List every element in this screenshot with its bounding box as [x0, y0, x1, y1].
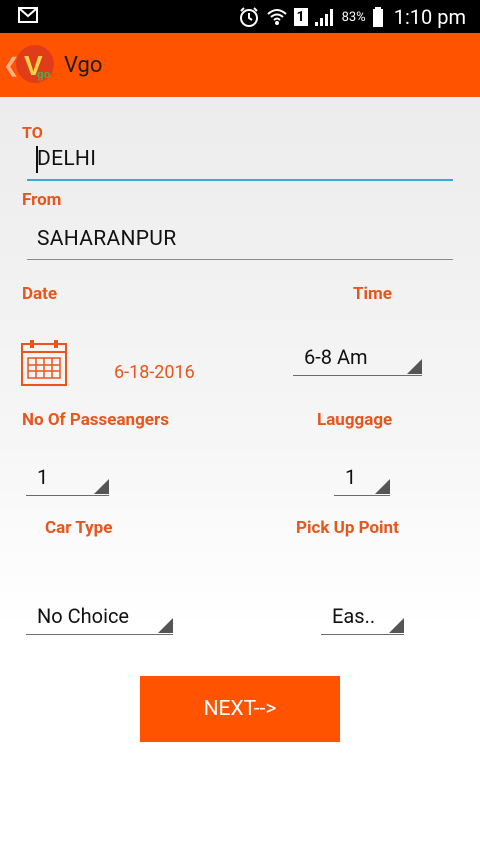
signal-icon	[314, 9, 333, 26]
luggage-label: Lauggage	[317, 410, 393, 430]
passengers-value: 1	[37, 465, 49, 489]
luggage-value: 1	[345, 465, 357, 489]
time-spinner[interactable]: 6-8 Am	[293, 345, 422, 376]
dropdown-arrow-icon	[407, 359, 422, 374]
pickup-spinner[interactable]: Eas..	[321, 604, 404, 635]
next-button[interactable]: NEXT-->	[140, 676, 340, 742]
cartype-label: Car Type	[45, 518, 113, 538]
dropdown-arrow-icon	[94, 479, 109, 494]
passengers-label: No Of Passeangers	[22, 410, 169, 430]
time-value: 6-8 Am	[304, 345, 368, 369]
battery-icon	[372, 7, 383, 27]
app-title: Vgo	[64, 53, 103, 78]
booking-form: TO DELHI From SAHARANPUR Date Time 6-18-…	[0, 97, 480, 854]
mail-icon	[18, 7, 38, 23]
date-label: Date	[22, 284, 58, 304]
passengers-spinner[interactable]: 1	[26, 465, 109, 496]
dropdown-arrow-icon	[375, 479, 390, 494]
dropdown-arrow-icon	[389, 618, 404, 633]
status-right: 1 83% 1:10 pm	[238, 4, 466, 30]
clock: 1:10 pm	[393, 5, 466, 29]
status-bar: 1 83% 1:10 pm	[0, 0, 480, 33]
app-bar: ❮ V go Vgo	[0, 33, 480, 97]
to-label: TO	[22, 123, 43, 142]
date-value[interactable]: 6-18-2016	[114, 362, 195, 383]
cartype-value: No Choice	[37, 604, 130, 628]
luggage-spinner[interactable]: 1	[334, 465, 390, 496]
cartype-spinner[interactable]: No Choice	[26, 604, 173, 635]
dropdown-arrow-icon	[158, 618, 173, 633]
from-field[interactable]: SAHARANPUR	[27, 221, 453, 260]
calendar-icon[interactable]	[21, 340, 67, 386]
from-label: From	[22, 190, 62, 210]
from-value: SAHARANPUR	[37, 227, 177, 251]
battery-percent: 83%	[341, 9, 366, 25]
to-value: DELHI	[37, 147, 97, 171]
app-logo[interactable]: V go	[15, 44, 55, 84]
to-field[interactable]: DELHI	[27, 141, 453, 181]
time-label: Time	[353, 284, 392, 304]
wifi-icon	[266, 9, 287, 25]
logo-sub: go	[37, 69, 51, 81]
alarm-icon	[239, 7, 258, 27]
pickup-label: Pick Up Point	[296, 518, 399, 538]
sim-icon: 1	[293, 8, 308, 26]
pickup-value: Eas..	[332, 604, 376, 628]
